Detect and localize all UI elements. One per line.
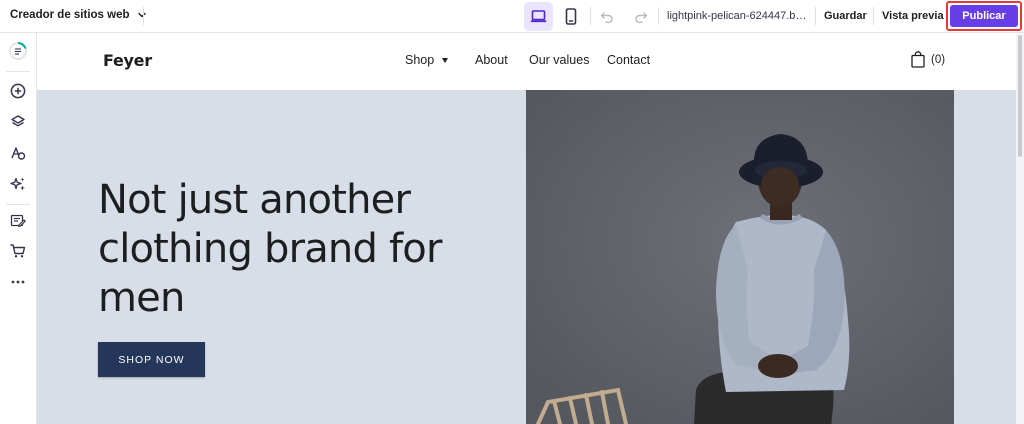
chevron-down-icon — [442, 58, 448, 63]
chevron-down-icon — [137, 12, 146, 18]
ai-tools-icon — [10, 177, 25, 191]
editor-canvas[interactable]: Feyer Shop About Our values Contact (0) … — [37, 33, 1016, 424]
site-domain-link[interactable]: lightpink-pelican-624447.buil... — [667, 10, 809, 22]
nav-about[interactable]: About — [475, 53, 508, 67]
store-icon — [10, 244, 26, 258]
layers-icon — [11, 115, 25, 127]
publish-button-highlight: Publicar — [946, 1, 1022, 31]
preview-button[interactable]: Vista previa — [882, 10, 944, 22]
mobile-icon — [565, 8, 576, 25]
redo-icon — [634, 12, 647, 23]
mobile-view-button[interactable] — [556, 2, 585, 31]
undo-icon — [600, 12, 613, 23]
styles-button[interactable] — [7, 142, 29, 164]
add-section-button[interactable] — [7, 80, 29, 102]
canvas-scrollbar[interactable] — [1016, 33, 1024, 424]
nav-our-values[interactable]: Our values — [529, 53, 589, 67]
blog-button[interactable] — [7, 210, 29, 232]
toolbar-divider — [873, 7, 874, 25]
blog-icon — [10, 214, 26, 228]
store-button[interactable] — [7, 240, 29, 262]
desktop-icon — [530, 10, 547, 23]
shopping-bag-icon — [911, 51, 925, 68]
toolbar-divider — [815, 7, 816, 25]
editor-sidebar — [0, 33, 37, 424]
sidebar-divider — [6, 204, 30, 205]
toolbar-divider — [143, 7, 144, 25]
publish-button[interactable]: Publicar — [950, 5, 1018, 27]
add-section-icon — [10, 83, 26, 99]
site-logo[interactable]: Feyer — [103, 51, 152, 70]
hero-section: Not just another clothing brand for men … — [37, 90, 1016, 424]
scrollbar-thumb[interactable] — [1018, 35, 1022, 157]
cart-button[interactable]: (0) — [911, 51, 945, 68]
ai-tools-button[interactable] — [7, 173, 29, 195]
nav-shop[interactable]: Shop — [405, 53, 434, 67]
toolbar-divider — [590, 7, 591, 25]
desktop-view-button[interactable] — [524, 2, 553, 31]
toolbar-divider — [658, 7, 659, 25]
model-photo — [526, 90, 954, 424]
more-icon — [11, 280, 25, 284]
cart-count: (0) — [931, 53, 946, 66]
nav-contact[interactable]: Contact — [607, 53, 650, 67]
site-header: Feyer Shop About Our values Contact (0) — [37, 33, 1016, 90]
save-button[interactable]: Guardar — [824, 10, 867, 22]
sidebar-divider — [6, 71, 30, 72]
styles-icon — [11, 147, 26, 160]
app-title: Creador de sitios web — [10, 9, 130, 21]
redo-button[interactable] — [626, 2, 655, 31]
layers-button[interactable] — [7, 111, 29, 133]
editor-toolbar: Creador de sitios web lightpink-pelican-… — [0, 0, 1024, 33]
progress-checklist-icon — [9, 42, 27, 60]
hero-title[interactable]: Not just another clothing brand for men — [98, 176, 458, 323]
undo-button[interactable] — [592, 2, 621, 31]
more-button[interactable] — [7, 271, 29, 293]
hero-image[interactable] — [526, 90, 954, 424]
shop-now-button[interactable]: SHOP NOW — [98, 342, 205, 377]
app-title-menu[interactable]: Creador de sitios web — [10, 9, 148, 21]
progress-checklist-button[interactable] — [7, 40, 29, 62]
